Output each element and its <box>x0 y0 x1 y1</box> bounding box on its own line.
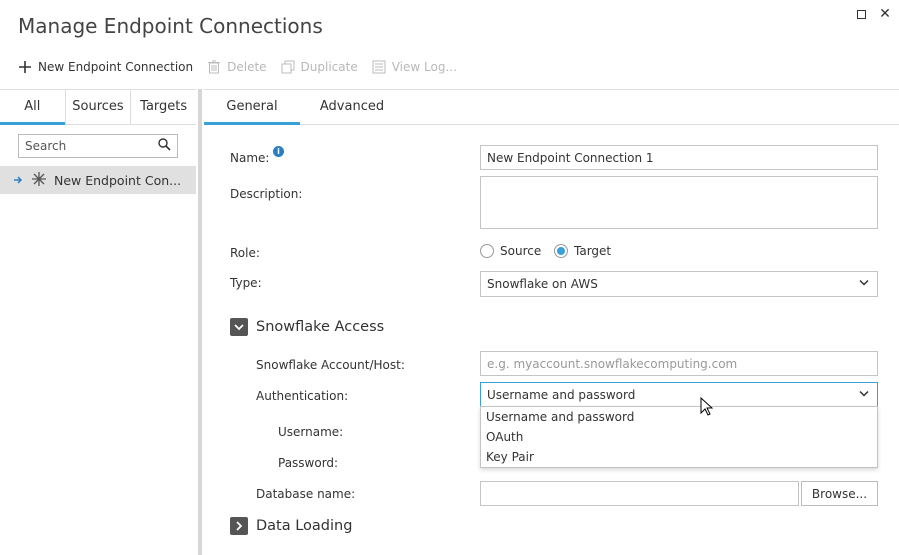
maximize-icon[interactable] <box>853 6 869 22</box>
chevron-down-icon <box>859 279 869 290</box>
delete-label: Delete <box>227 60 267 74</box>
panel-splitter[interactable] <box>198 89 202 555</box>
name-label: Name: <box>230 151 270 165</box>
duplicate-button[interactable]: Duplicate <box>281 60 358 74</box>
database-field[interactable] <box>480 481 799 506</box>
duplicate-icon <box>281 60 295 74</box>
type-label: Type: <box>230 276 262 290</box>
dropdown-option[interactable]: Key Pair <box>481 447 877 467</box>
info-icon[interactable]: i <box>273 146 284 157</box>
chevron-down-icon <box>859 390 869 401</box>
database-label: Database name: <box>256 487 356 501</box>
view-log-label: View Log... <box>391 60 457 74</box>
plus-icon <box>18 60 32 74</box>
authentication-select[interactable]: Username and password <box>480 382 878 408</box>
search-input[interactable]: Search <box>18 134 178 158</box>
role-label: Role: <box>230 246 260 260</box>
new-endpoint-button[interactable]: New Endpoint Connection <box>18 60 193 74</box>
toolbar: New Endpoint Connection Delete Duplicate… <box>18 60 457 74</box>
radio-circle-selected <box>554 244 568 258</box>
dropdown-option[interactable]: Username and password <box>481 407 877 427</box>
delete-button[interactable]: Delete <box>207 60 267 74</box>
authentication-dropdown-list: Username and password OAuth Key Pair <box>480 406 878 468</box>
trash-icon <box>207 60 221 74</box>
dropdown-option[interactable]: OAuth <box>481 427 877 447</box>
tab-all[interactable]: All <box>0 90 66 125</box>
authentication-label: Authentication: <box>256 389 349 403</box>
window-controls: ✕ <box>853 6 893 22</box>
search-placeholder: Search <box>25 139 67 153</box>
data-loading-section[interactable]: Data Loading <box>230 517 352 535</box>
tab-general[interactable]: General <box>204 90 300 125</box>
section-title: Snowflake Access <box>256 319 385 335</box>
description-field[interactable] <box>480 176 878 229</box>
view-log-button[interactable]: View Log... <box>372 60 457 74</box>
duplicate-label: Duplicate <box>300 60 358 74</box>
endpoint-list-panel: All Sources Targets Search New Endpoint … <box>0 89 196 555</box>
role-target-label: Target <box>574 244 612 258</box>
right-tabs: General Advanced <box>204 90 899 125</box>
type-value: Snowflake on AWS <box>487 277 598 291</box>
target-arrow-icon <box>14 173 24 188</box>
close-icon[interactable]: ✕ <box>877 6 893 22</box>
description-label: Description: <box>230 187 303 201</box>
role-source-radio[interactable]: Source <box>480 244 541 258</box>
username-label: Username: <box>278 425 344 439</box>
role-target-radio[interactable]: Target <box>554 244 611 258</box>
browse-button[interactable]: Browse... <box>801 481 878 506</box>
list-item[interactable]: New Endpoint Con... <box>0 166 196 194</box>
mouse-cursor-icon <box>700 396 714 420</box>
left-tabs: All Sources Targets <box>0 90 196 125</box>
expand-icon[interactable] <box>230 517 248 535</box>
snowflake-access-section[interactable]: Snowflake Access <box>230 318 384 336</box>
tab-sources[interactable]: Sources <box>66 90 132 124</box>
new-endpoint-label: New Endpoint Connection <box>38 60 194 74</box>
collapse-icon[interactable] <box>230 318 248 336</box>
password-label: Password: <box>278 456 339 470</box>
type-select[interactable]: Snowflake on AWS <box>480 271 878 297</box>
account-label: Snowflake Account/Host: <box>256 358 405 372</box>
account-field[interactable]: e.g. myaccount.snowflakecomputing.com <box>480 351 878 376</box>
role-source-label: Source <box>500 244 542 258</box>
radio-circle <box>480 244 494 258</box>
authentication-value: Username and password <box>487 388 636 402</box>
search-icon[interactable] <box>158 138 171 154</box>
dialog-title: Manage Endpoint Connections <box>18 14 323 38</box>
tab-targets[interactable]: Targets <box>131 90 196 124</box>
log-icon <box>372 60 386 74</box>
section-title: Data Loading <box>256 518 353 534</box>
list-item-label: New Endpoint Con... <box>54 172 182 188</box>
name-field[interactable]: New Endpoint Connection 1 <box>480 145 878 170</box>
snowflake-icon <box>32 171 46 189</box>
tab-advanced[interactable]: Advanced <box>300 90 404 124</box>
